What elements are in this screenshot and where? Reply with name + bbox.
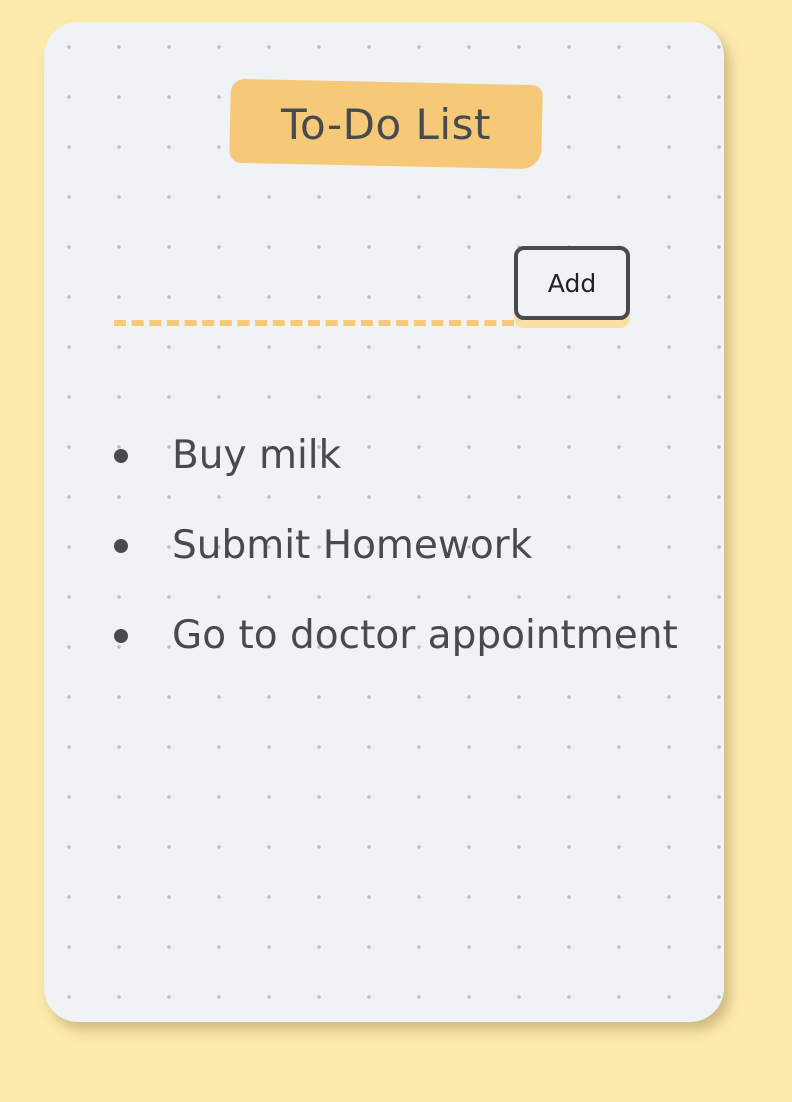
bullet-icon [114, 539, 128, 553]
title-tag: To-Do List [229, 78, 543, 170]
page-title: To-Do List [281, 99, 491, 149]
add-button[interactable]: Add [514, 246, 630, 320]
list-item[interactable]: Go to doctor appointment [106, 610, 706, 700]
list-item[interactable]: Buy milk [106, 430, 706, 520]
task-text: Buy milk [172, 433, 342, 478]
list-item[interactable]: Submit Homework [106, 520, 706, 610]
task-input[interactable] [114, 280, 514, 326]
bullet-icon [114, 449, 128, 463]
task-list: Buy milk Submit Homework Go to doctor ap… [106, 430, 706, 700]
task-text: Submit Homework [172, 523, 533, 568]
todo-card: To-Do List Add Buy milk Submit Homework … [44, 22, 724, 1022]
task-text: Go to doctor appointment [172, 613, 678, 658]
bullet-icon [114, 629, 128, 643]
